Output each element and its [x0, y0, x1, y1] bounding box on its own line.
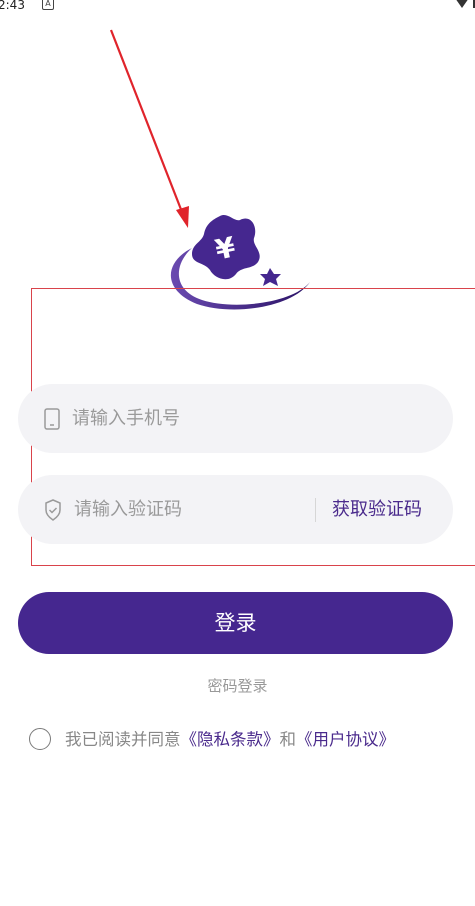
wifi-icon	[456, 0, 475, 8]
shield-icon	[45, 499, 61, 521]
annotation-arrow	[109, 29, 189, 228]
get-code-button[interactable]: 获取验证码	[332, 475, 422, 544]
agreement-radio[interactable]	[29, 728, 51, 750]
privacy-policy-link[interactable]: 《隐私条款》	[181, 730, 280, 749]
agreement-conjunction: 和	[279, 730, 297, 749]
phone-icon	[44, 408, 60, 430]
agreement-prefix: 我已阅读并同意	[65, 730, 181, 749]
password-login-link[interactable]: 密码登录	[0, 675, 475, 696]
phone-input[interactable]: 请输入手机号	[18, 384, 453, 453]
phone-input-placeholder: 请输入手机号	[72, 408, 180, 429]
divider	[315, 498, 316, 522]
agreement-text: 我已阅读并同意《隐私条款》和《用户协议》	[65, 728, 395, 752]
code-input-placeholder: 请输入验证码	[74, 499, 182, 520]
code-input[interactable]: 请输入验证码 获取验证码	[18, 475, 453, 544]
login-button[interactable]: 登录	[18, 592, 453, 654]
user-agreement-link[interactable]: 《用户协议》	[296, 730, 395, 749]
